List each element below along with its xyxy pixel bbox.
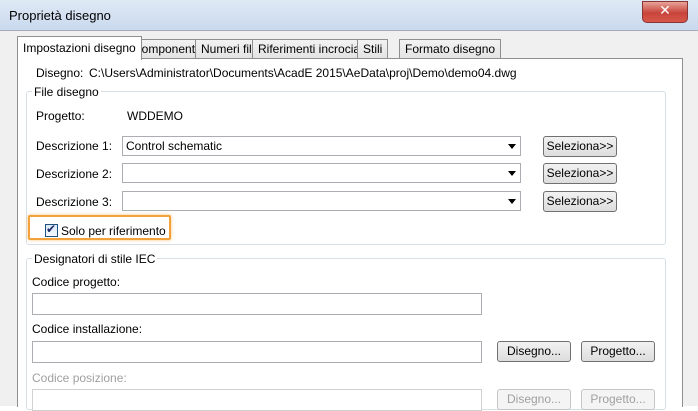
installation-drawing-button[interactable]: Disegno...: [497, 341, 571, 362]
chevron-down-icon: [508, 199, 516, 204]
drawing-path: C:\Users\Administrator\Documents\AcadE 2…: [89, 66, 517, 80]
select-description-2-button[interactable]: Seleziona>>: [543, 163, 617, 184]
reference-only-checkbox[interactable]: ✔: [45, 222, 58, 237]
description-1-label: Descrizione 1:: [36, 139, 113, 153]
location-code-input[interactable]: [32, 389, 482, 411]
title-bar: Proprietà disegno ✕: [0, 0, 698, 31]
file-group-title: File disegno: [32, 85, 101, 99]
installation-code-label: Codice installazione:: [32, 322, 143, 336]
installation-code-input[interactable]: [32, 341, 482, 363]
iec-group-title: Designatori di stile IEC: [32, 252, 158, 266]
tab-impostazioni-disegno[interactable]: Impostazioni disegno: [17, 36, 142, 60]
location-project-button[interactable]: Progetto...: [581, 389, 655, 410]
chevron-down-icon: [508, 144, 516, 149]
project-code-input[interactable]: [32, 293, 482, 315]
installation-project-button[interactable]: Progetto...: [581, 341, 655, 362]
description-1-combo[interactable]: Control schematic: [122, 136, 521, 156]
description-2-label: Descrizione 2:: [36, 167, 113, 181]
tab-numeri-fili[interactable]: Numeri fili: [195, 39, 261, 59]
location-code-label: Codice posizione:: [32, 371, 127, 385]
project-value: WDDEMO: [127, 109, 183, 123]
dialog-window: Proprietà disegno ✕ Impostazioni disegno…: [0, 0, 698, 411]
chevron-down-icon: [508, 171, 516, 176]
description-3-combo[interactable]: [122, 191, 521, 211]
checkmark-icon: ✔: [46, 222, 57, 236]
project-label: Progetto:: [36, 109, 85, 123]
description-1-value: Control schematic: [126, 139, 223, 153]
tab-riferimenti-incrociati[interactable]: Riferimenti incrociati: [252, 39, 373, 59]
tab-formato-disegno[interactable]: Formato disegno: [399, 39, 502, 59]
description-3-label: Descrizione 3:: [36, 195, 113, 209]
tab-stili[interactable]: Stili: [357, 39, 389, 59]
project-code-label: Codice progetto:: [32, 275, 121, 289]
location-drawing-button[interactable]: Disegno...: [497, 389, 571, 410]
reference-only-label[interactable]: Solo per riferimento: [61, 224, 166, 238]
window-title: Proprietà disegno: [9, 8, 111, 23]
close-icon: ✕: [659, 3, 671, 19]
select-description-1-button[interactable]: Seleziona>>: [543, 136, 617, 157]
select-description-3-button[interactable]: Seleziona>>: [543, 191, 617, 212]
close-button[interactable]: ✕: [642, 1, 688, 23]
drawing-label: Disegno:: [36, 66, 84, 80]
description-2-combo[interactable]: [122, 163, 521, 183]
